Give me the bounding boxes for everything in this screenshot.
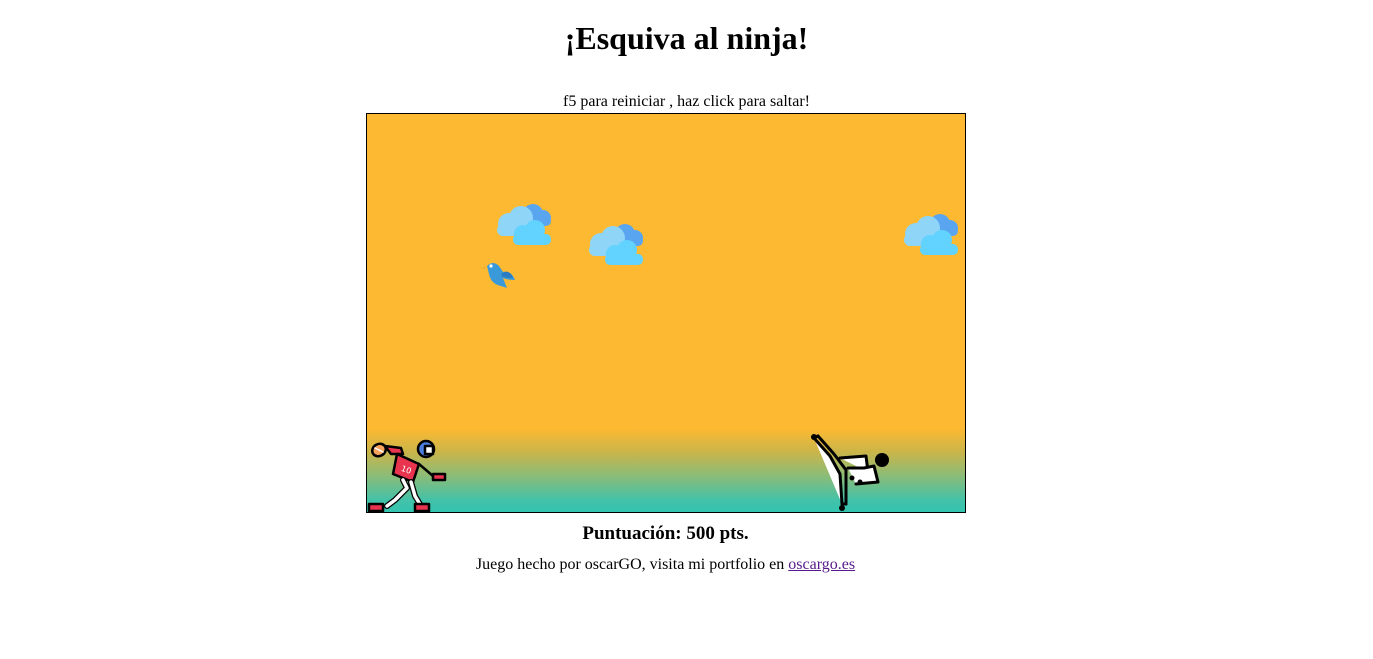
portfolio-link[interactable]: oscargo.es xyxy=(788,556,855,573)
cloud-icon xyxy=(904,214,958,255)
page-title: ¡Esquiva al ninja! xyxy=(564,20,809,56)
instructions-text: f5 para reiniciar , haz click para salta… xyxy=(563,93,810,110)
football-player-icon: 10 xyxy=(367,439,447,512)
cloud-icon xyxy=(497,204,551,245)
footer: Juego hecho por oscarGO, visita mi portf… xyxy=(0,555,1331,575)
game-canvas[interactable]: 10 xyxy=(366,113,966,513)
cloud-icon xyxy=(589,224,643,265)
bird-icon xyxy=(482,263,515,288)
score-label: Puntuación: 500 pts. xyxy=(582,523,749,544)
game-page: ¡Esquiva al ninja! f5 para reiniciar , h… xyxy=(0,0,1373,659)
ninja-kick-icon xyxy=(811,434,889,511)
footer-text: Juego hecho por oscarGO, visita mi portf… xyxy=(475,556,789,573)
